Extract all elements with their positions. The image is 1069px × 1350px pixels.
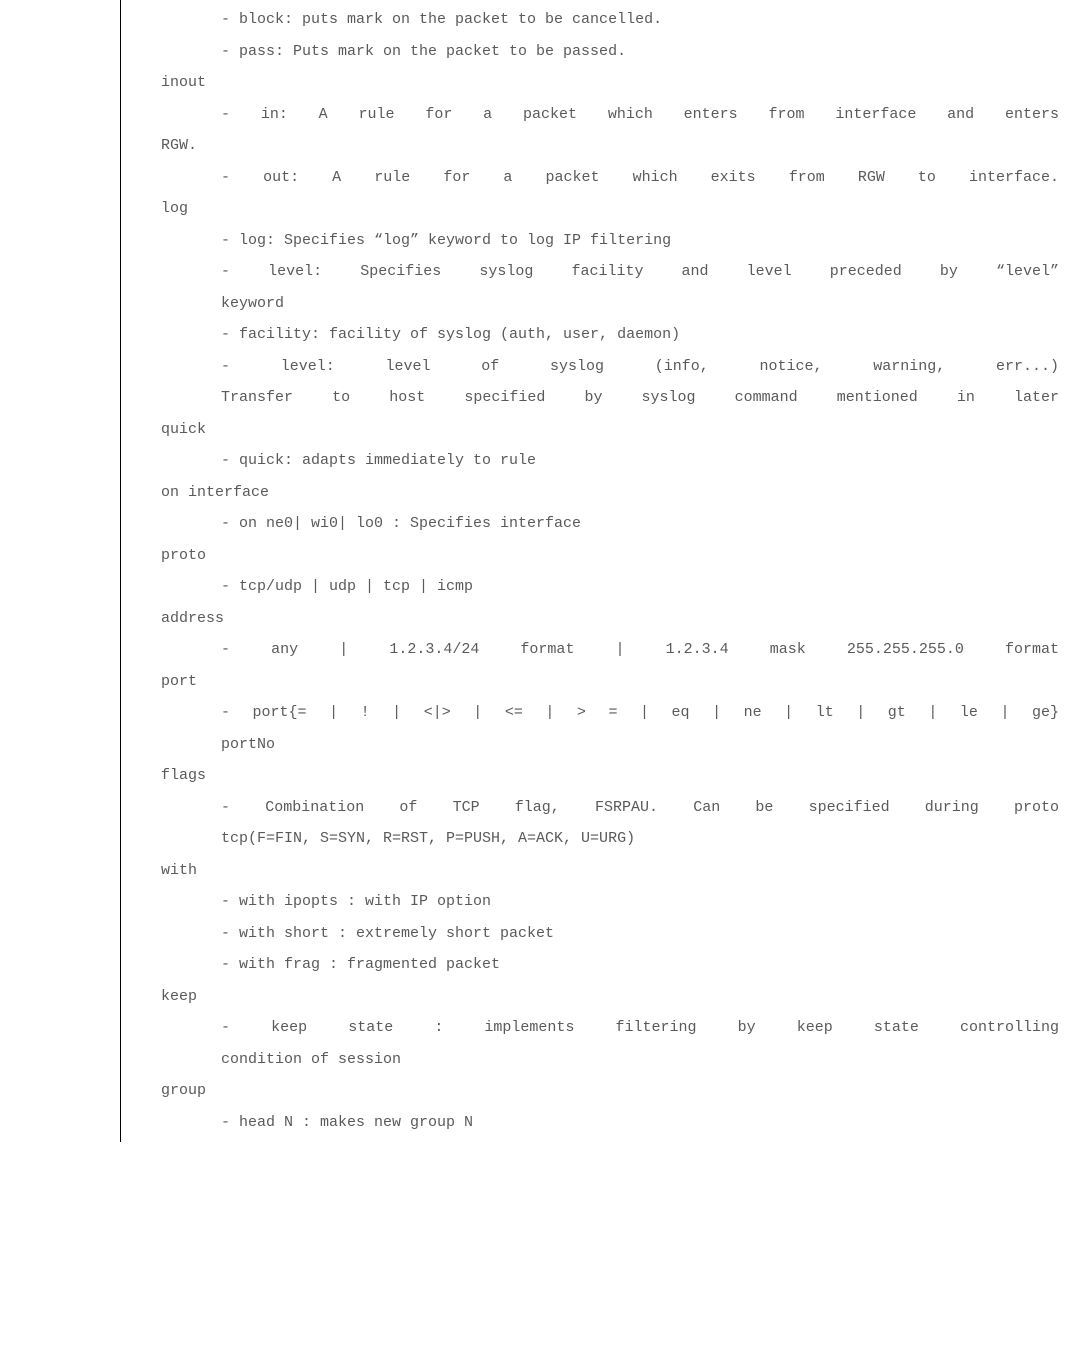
doc-line: - keep state : implements filtering by k…	[161, 1012, 1059, 1044]
doc-line: - with short : extremely short packet	[161, 918, 1059, 950]
doc-line: port	[161, 666, 1059, 698]
doc-line: - head N : makes new group N	[161, 1107, 1059, 1139]
doc-line: proto	[161, 540, 1059, 572]
doc-line: keep	[161, 981, 1059, 1013]
doc-line: - with frag : fragmented packet	[161, 949, 1059, 981]
doc-line: - quick: adapts immediately to rule	[161, 445, 1059, 477]
doc-line: - on ne0| wi0| lo0 : Specifies interface	[161, 508, 1059, 540]
doc-line: flags	[161, 760, 1059, 792]
doc-line: - tcp/udp | udp | tcp | icmp	[161, 571, 1059, 603]
doc-line: portNo	[161, 729, 1059, 761]
doc-line: - level: level of syslog (info, notice, …	[161, 351, 1059, 383]
doc-line: - log: Specifies “log” keyword to log IP…	[161, 225, 1059, 257]
doc-line: on interface	[161, 477, 1059, 509]
doc-line: - with ipopts : with IP option	[161, 886, 1059, 918]
doc-line: - Combination of TCP flag, FSRPAU. Can b…	[161, 792, 1059, 824]
doc-line: quick	[161, 414, 1059, 446]
doc-line: address	[161, 603, 1059, 635]
doc-line: group	[161, 1075, 1059, 1107]
doc-line: - port{= | ! | <|> | <= | > = | eq | ne …	[161, 697, 1059, 729]
doc-line: inout	[161, 67, 1059, 99]
doc-line: - level: Specifies syslog facility and l…	[161, 256, 1059, 288]
doc-line: log	[161, 193, 1059, 225]
doc-line: - pass: Puts mark on the packet to be pa…	[161, 36, 1059, 68]
doc-line: - facility: facility of syslog (auth, us…	[161, 319, 1059, 351]
doc-line: RGW.	[161, 130, 1059, 162]
doc-line: keyword	[161, 288, 1059, 320]
doc-line: Transfer to host specified by syslog com…	[161, 382, 1059, 414]
doc-line: - in: A rule for a packet which enters f…	[161, 99, 1059, 131]
doc-line: - out: A rule for a packet which exits f…	[161, 162, 1059, 194]
document-page: - block: puts mark on the packet to be c…	[120, 0, 1069, 1142]
doc-line: condition of session	[161, 1044, 1059, 1076]
doc-line: - any | 1.2.3.4/24 format | 1.2.3.4 mask…	[161, 634, 1059, 666]
doc-line: with	[161, 855, 1059, 887]
doc-line: - block: puts mark on the packet to be c…	[161, 4, 1059, 36]
doc-line: tcp(F=FIN, S=SYN, R=RST, P=PUSH, A=ACK, …	[161, 823, 1059, 855]
